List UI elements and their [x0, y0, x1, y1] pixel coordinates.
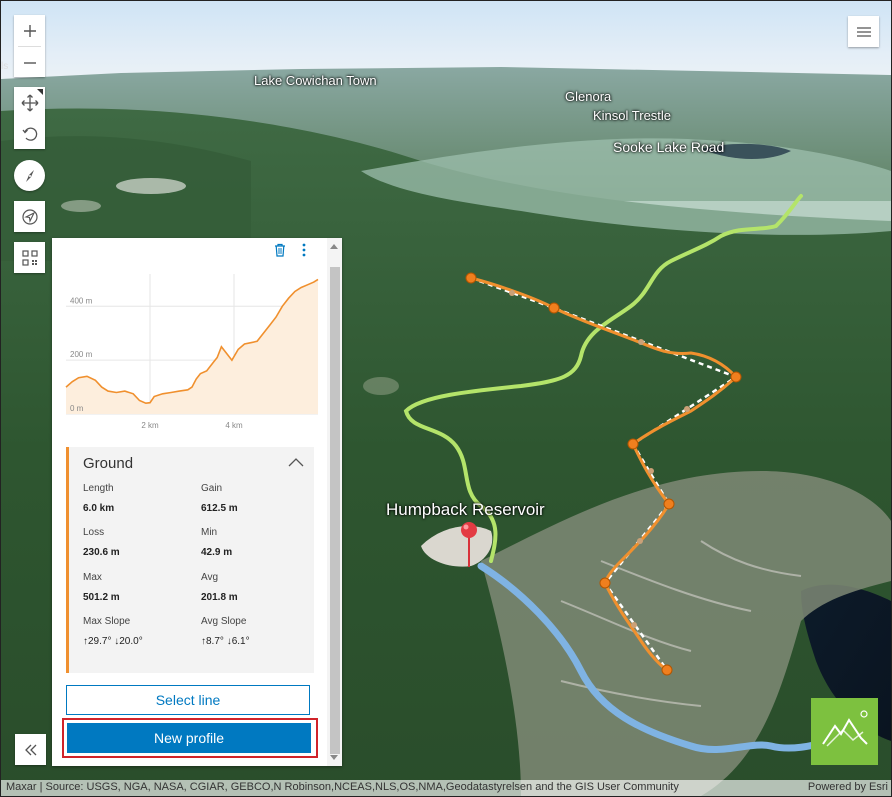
stat-gain: Gain 612.5 m: [201, 483, 311, 514]
clearing: [363, 377, 399, 395]
profile-area: [66, 279, 318, 414]
stat-value: 6.0 km: [83, 503, 115, 514]
vertex-marker[interactable]: [465, 272, 477, 284]
vertex-marker[interactable]: [548, 302, 560, 314]
pin-icon[interactable]: [461, 522, 477, 538]
zoom-in-button[interactable]: [14, 15, 45, 46]
trash-icon[interactable]: [274, 243, 286, 257]
attribution-bar[interactable]: Maxar | Source: USGS, NGA, NASA, CGIAR, …: [1, 780, 891, 796]
stat-avg-slope: Avg Slope ↑8.7° ↓6.1°: [201, 616, 311, 647]
midpoint-marker[interactable]: [637, 538, 643, 544]
more-options-icon[interactable]: [302, 243, 306, 257]
locate-icon: [21, 208, 38, 225]
map-label-sooke: Sooke Lake Road: [613, 139, 725, 155]
elevation-chart[interactable]: 400 m 200 m 0 m 2 km 4 km: [60, 264, 325, 444]
list-icon: [856, 26, 871, 37]
stat-value: 612.5 m: [201, 503, 238, 514]
stat-value: 230.6 m: [83, 547, 120, 558]
scroll-thumb[interactable]: [330, 267, 340, 754]
double-chevron-left-icon: [24, 744, 36, 755]
stat-value: 201.8 m: [201, 592, 238, 603]
pin-highlight: [463, 524, 469, 530]
stat-min: Min 42.9 m: [201, 527, 311, 558]
rotate-button[interactable]: [14, 118, 45, 149]
rotate-icon: [21, 127, 37, 141]
x-tick-label: 4 km: [225, 421, 243, 430]
scroll-down-arrow[interactable]: [330, 755, 338, 760]
stat-avg: Avg 201.8 m: [201, 572, 311, 603]
compass-icon: [25, 169, 34, 182]
midpoint-marker[interactable]: [648, 468, 654, 474]
stat-max-slope: Max Slope ↑29.7° ↓20.0°: [83, 616, 193, 647]
stat-label: Gain: [201, 483, 223, 494]
elevation-profile-button[interactable]: [14, 242, 45, 273]
minus-icon: [23, 61, 36, 64]
stat-label: Avg Slope: [201, 616, 247, 627]
edge-fragment: ls: [1, 61, 9, 72]
pan-button[interactable]: [14, 87, 45, 118]
vertex-marker[interactable]: [627, 438, 639, 450]
elevation-profile-panel: 400 m 200 m 0 m 2 km 4 km Ground Length 6.0 …: [52, 238, 342, 766]
stat-label: Length: [83, 483, 114, 494]
map-label-lake-cowichan: Lake Cowichan Town: [254, 73, 377, 88]
ground-stats-card: Ground Length 6.0 km Gain 612.5 m Loss 2…: [66, 447, 314, 673]
logo-badge: [811, 698, 878, 765]
zoom-control: [14, 15, 45, 77]
stat-label: Max Slope: [83, 616, 131, 627]
y-tick-label: 200 m: [70, 350, 93, 359]
chevron-up-icon[interactable]: [288, 457, 304, 467]
mountain-logo-icon: [821, 709, 868, 747]
select-line-button[interactable]: Select line: [66, 685, 310, 715]
vertex-marker[interactable]: [599, 577, 611, 589]
map-label-humpback: Humpback Reservoir: [386, 500, 545, 519]
powered-by[interactable]: Powered by Esri: [808, 781, 888, 793]
midpoint-marker[interactable]: [631, 622, 637, 628]
stat-max: Max 501.2 m: [83, 572, 193, 603]
stat-label: Min: [201, 527, 218, 538]
midpoint-marker[interactable]: [684, 406, 690, 412]
y-tick-label: 400 m: [70, 296, 93, 305]
map-label-glenora: Glenora: [565, 89, 612, 104]
grid-qr-icon: [21, 249, 38, 266]
active-corner-icon: [37, 89, 43, 95]
layer-list-button[interactable]: [848, 16, 879, 47]
scroll-up-arrow[interactable]: [330, 244, 338, 249]
navigation-toggle: [14, 87, 45, 149]
stat-label: Avg: [201, 572, 219, 583]
stats-title: Ground: [83, 455, 134, 472]
compass-button[interactable]: [14, 160, 45, 191]
y-tick-label: 0 m: [70, 404, 84, 413]
stat-label: Max: [83, 572, 102, 583]
stat-value: 501.2 m: [83, 592, 120, 603]
pan-icon: [21, 94, 38, 111]
zoom-out-button[interactable]: [14, 47, 45, 78]
midpoint-marker[interactable]: [509, 290, 515, 296]
stat-value: 42.9 m: [201, 547, 233, 558]
plus-icon: [23, 24, 36, 37]
collapse-button[interactable]: [15, 734, 46, 765]
vertex-marker[interactable]: [730, 371, 742, 383]
clearing: [61, 200, 101, 212]
panel-scrollbar[interactable]: [327, 238, 342, 766]
attribution-text: Maxar | Source: USGS, NGA, NASA, CGIAR, …: [6, 781, 679, 793]
stat-length: Length 6.0 km: [83, 483, 193, 514]
stat-label: Loss: [83, 527, 105, 538]
locate-button[interactable]: [14, 201, 45, 232]
midpoint-marker[interactable]: [638, 339, 644, 345]
stat-value: ↑29.7° ↓20.0°: [83, 636, 143, 647]
new-profile-button[interactable]: New profile: [67, 723, 311, 753]
map-view[interactable]: Lake Cowichan Town Glenora Kinsol Trestl…: [0, 0, 892, 797]
vertex-marker[interactable]: [661, 664, 673, 676]
stat-value: ↑8.7° ↓6.1°: [201, 636, 250, 647]
map-label-kinsol: Kinsol Trestle: [593, 108, 672, 123]
vertex-marker[interactable]: [663, 498, 675, 510]
stat-loss: Loss 230.6 m: [83, 527, 193, 558]
panel-actions: [274, 243, 306, 257]
x-tick-label: 2 km: [141, 421, 159, 430]
clearing: [116, 178, 186, 194]
